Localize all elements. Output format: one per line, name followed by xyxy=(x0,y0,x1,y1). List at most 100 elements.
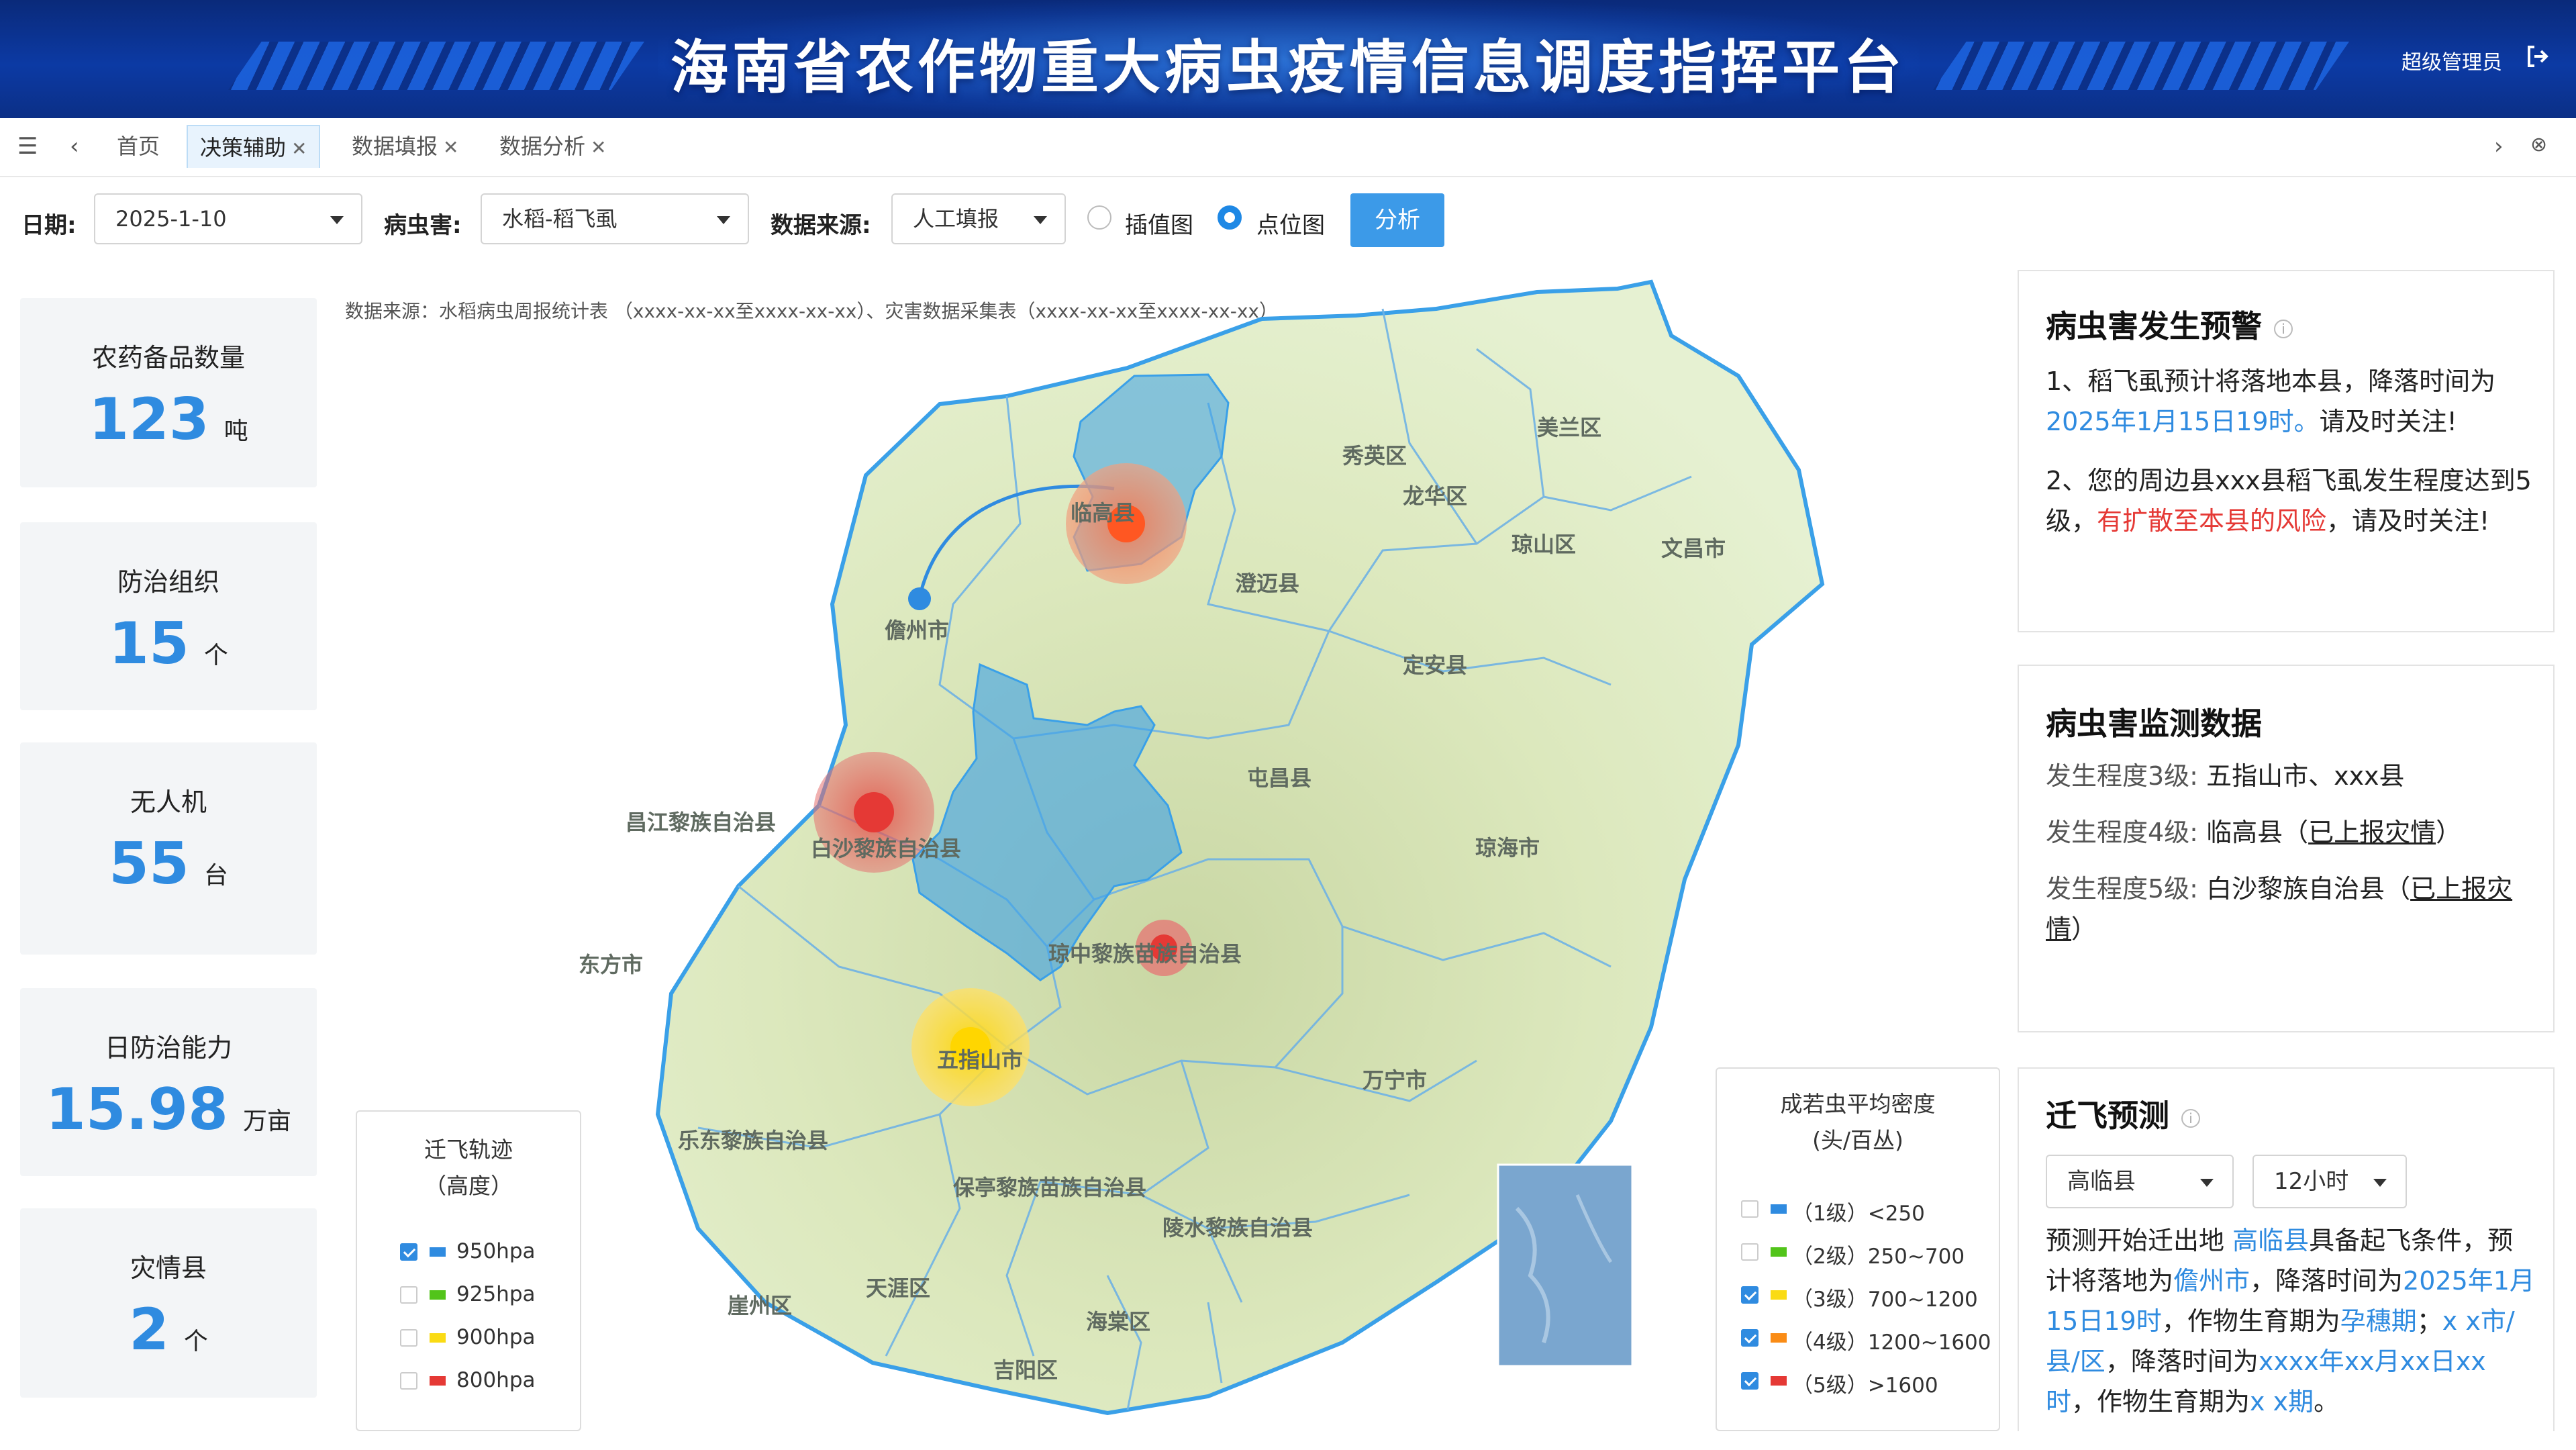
forecast-panel: 迁飞预测 i 高临县 12小时 预测开始迁出地 高临县具备起飞条件，预计将落地为儋… xyxy=(2018,1067,2555,1431)
legend-checkbox[interactable] xyxy=(400,1243,417,1261)
stat-value: 15.98 xyxy=(45,1076,228,1143)
legend-swatch xyxy=(430,1376,446,1386)
density-point-baisha[interactable] xyxy=(854,792,894,832)
stat-label: 防治组织 xyxy=(117,567,219,597)
region-label: 琼山区 xyxy=(1512,532,1576,557)
warning-title: 病虫害发生预警 i xyxy=(2046,302,2293,346)
close-all-tabs-icon[interactable]: ⊗ xyxy=(2530,133,2547,156)
forecast-county-value: 高临县 xyxy=(2067,1168,2136,1195)
monitor-value: 白沙黎族自治县（ xyxy=(2206,874,2411,904)
stat-value: 55 xyxy=(109,830,189,898)
legend-checkbox[interactable] xyxy=(1741,1286,1758,1304)
migration-legend: 迁飞轨迹 （高度） 950hpa 925hpa 900hpa 800hpa xyxy=(356,1110,581,1431)
legend-subtitle: (头/百丛) xyxy=(1812,1127,1903,1153)
stat-unit: 个 xyxy=(183,1328,208,1355)
monitor-row: 发生程度3级: 五指山市、xxx县 xyxy=(2046,756,2536,796)
analyze-button[interactable]: 分析 xyxy=(1350,193,1444,247)
warning-time: 2025年1月15日19时。 xyxy=(2046,407,2320,436)
region-label: 龙华区 xyxy=(1403,483,1467,509)
legend-checkbox[interactable] xyxy=(400,1286,417,1304)
legend-checkbox[interactable] xyxy=(1741,1372,1758,1390)
user-name[interactable]: 超级管理员 xyxy=(2401,46,2502,75)
tab-data-entry[interactable]: 数据填报 ✕ xyxy=(340,125,470,168)
date-value: 2025-1-10 xyxy=(115,206,227,232)
stat-unit: 吨 xyxy=(224,418,248,445)
legend-label: （2级）250~700 xyxy=(1792,1245,1965,1269)
legend-swatch xyxy=(1771,1376,1787,1386)
legend-checkbox[interactable] xyxy=(400,1329,417,1347)
stat-value: 123 xyxy=(89,386,209,453)
legend-checkbox[interactable] xyxy=(1741,1243,1758,1261)
tab-home[interactable]: 首页 xyxy=(105,125,172,168)
region-label: 美兰区 xyxy=(1537,415,1601,440)
forecast-stage: 孕穗期 xyxy=(2340,1306,2417,1336)
report-link[interactable]: 已上报灾情 xyxy=(2308,818,2436,847)
source-label: 数据来源: xyxy=(771,212,871,239)
stat-unit: 个 xyxy=(203,642,228,669)
legend-swatch xyxy=(430,1247,446,1257)
legend-swatch xyxy=(1771,1204,1787,1214)
tab-close-icon[interactable]: ✕ xyxy=(443,136,458,158)
chevron-down-icon xyxy=(330,216,344,224)
date-label: 日期: xyxy=(21,212,77,239)
logout-icon[interactable] xyxy=(2524,43,2550,70)
chevron-down-icon xyxy=(2200,1179,2214,1187)
warning-panel: 病虫害发生预警 i 1、稻飞虱预计将落地本县，降落时间为 2025年1月15日19时… xyxy=(2018,270,2555,632)
legend-label: 800hpa xyxy=(456,1368,536,1392)
forecast-hours-select[interactable]: 12小时 xyxy=(2252,1155,2407,1208)
legend-checkbox[interactable] xyxy=(1741,1329,1758,1347)
region-label: 崖州区 xyxy=(728,1293,792,1318)
tab-decision-support[interactable]: 决策辅助 ✕ xyxy=(187,125,321,168)
south-sea-inset-map xyxy=(1497,1163,1634,1367)
pest-value: 水稻-稻飞虱 xyxy=(502,206,617,232)
legend-label: （4级）1200~1600 xyxy=(1792,1331,1991,1355)
date-picker[interactable]: 2025-1-10 xyxy=(94,193,362,244)
stat-card-pesticide: 农药备品数量 123 吨 xyxy=(20,298,317,487)
stat-value: 2 xyxy=(129,1296,169,1363)
forecast-county-select[interactable]: 高临县 xyxy=(2046,1155,2234,1208)
legend-checkbox[interactable] xyxy=(1741,1200,1758,1218)
tab-close-icon[interactable]: ✕ xyxy=(591,136,606,158)
tab-scroll-left-icon[interactable]: ‹ xyxy=(70,133,79,160)
region-label: 屯昌县 xyxy=(1247,765,1311,791)
tab-close-icon[interactable]: ✕ xyxy=(291,138,307,160)
stat-label: 日防治能力 xyxy=(104,1033,232,1063)
info-icon[interactable]: i xyxy=(2274,319,2293,338)
menu-collapse-icon[interactable]: ☰ xyxy=(17,133,38,160)
tab-scroll-right-icon[interactable]: › xyxy=(2494,133,2504,160)
legend-label: 900hpa xyxy=(456,1325,536,1349)
stat-label: 农药备品数量 xyxy=(91,343,245,373)
filter-bar: 日期: 2025-1-10 病虫害: 水稻-稻飞虱 数据来源: 人工填报 插值图… xyxy=(0,176,2576,263)
forecast-text: ，作物生育期为 xyxy=(2071,1387,2250,1416)
chevron-down-icon xyxy=(717,216,730,224)
pest-select[interactable]: 水稻-稻飞虱 xyxy=(481,193,749,244)
pest-label: 病虫害: xyxy=(384,212,462,239)
info-icon[interactable]: i xyxy=(2181,1108,2200,1128)
region-label: 昌江黎族自治县 xyxy=(626,810,776,835)
warning-text: 请及时关注! xyxy=(2319,407,2457,436)
region-label: 保亭黎族苗族自治县 xyxy=(953,1175,1146,1200)
monitor-tail: ） xyxy=(2071,914,2097,944)
legend-checkbox[interactable] xyxy=(400,1372,417,1390)
region-label: 海棠区 xyxy=(1086,1309,1150,1335)
forecast-text: 预测开始迁出地 xyxy=(2046,1226,2233,1255)
region-label: 五指山市 xyxy=(937,1047,1023,1073)
legend-swatch xyxy=(430,1290,446,1300)
warning-risk: 有扩散至本县的风险 xyxy=(2097,506,2327,536)
legend-title: 迁飞轨迹 xyxy=(424,1137,513,1163)
region-label: 儋州市 xyxy=(885,618,949,643)
forecast-text: ，作物生育期为 xyxy=(2161,1306,2340,1336)
forecast-stage-2: x x期 xyxy=(2250,1387,2314,1416)
forecast-origin: 高临县 xyxy=(2232,1226,2310,1255)
tab-data-analysis[interactable]: 数据分析 ✕ xyxy=(487,125,618,168)
chevron-down-icon xyxy=(1034,216,1047,224)
radio-interpolation[interactable] xyxy=(1087,205,1111,230)
migration-origin-point[interactable] xyxy=(908,587,931,610)
monitor-tail: ） xyxy=(2436,818,2462,847)
density-legend: 成若虫平均密度 (头/百丛) （1级）<250 （2级）250~700 （3级）… xyxy=(1716,1067,2000,1431)
stat-card-organizations: 防治组织 15 个 xyxy=(20,522,317,710)
region-label: 琼海市 xyxy=(1475,835,1540,861)
radio-point-map[interactable] xyxy=(1218,205,1242,230)
source-select[interactable]: 人工填报 xyxy=(891,193,1066,244)
stat-card-daily-capacity: 日防治能力 15.98 万亩 xyxy=(20,988,317,1176)
